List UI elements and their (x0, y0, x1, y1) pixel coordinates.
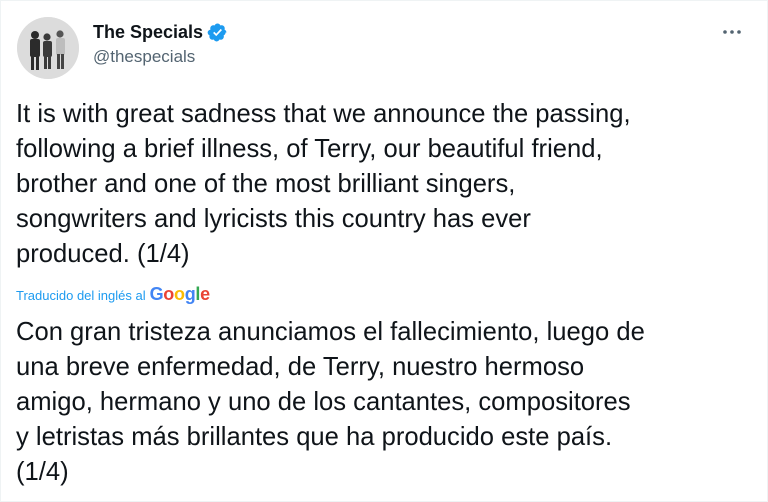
author-block: The Specials @thespecials (93, 20, 228, 69)
google-logo-letter: o (163, 284, 174, 304)
translated-text: Con gran tristeza anunciamos el fallecim… (16, 318, 645, 486)
avatar[interactable] (17, 17, 79, 79)
name-row: The Specials (93, 20, 228, 44)
handle[interactable]: @thespecials (93, 45, 228, 69)
google-logo-letter: e (200, 284, 210, 304)
google-logo: Google (149, 284, 211, 305)
display-name[interactable]: The Specials (93, 20, 203, 44)
translation-attribution[interactable]: Traducido del inglés al Google (16, 284, 210, 305)
tweet-text: It is with great sadness that we announc… (16, 100, 631, 268)
avatar-photo (17, 17, 79, 79)
google-logo-letter: g (184, 284, 196, 304)
google-logo-letter: o (174, 284, 185, 304)
google-logo-letter: G (149, 284, 164, 304)
tweet-card: The Specials @thespecials It is with gre… (0, 0, 768, 502)
more-options-icon[interactable] (719, 19, 745, 45)
translation-label: Traducido del inglés al (16, 288, 146, 303)
verified-badge-icon (207, 22, 228, 43)
